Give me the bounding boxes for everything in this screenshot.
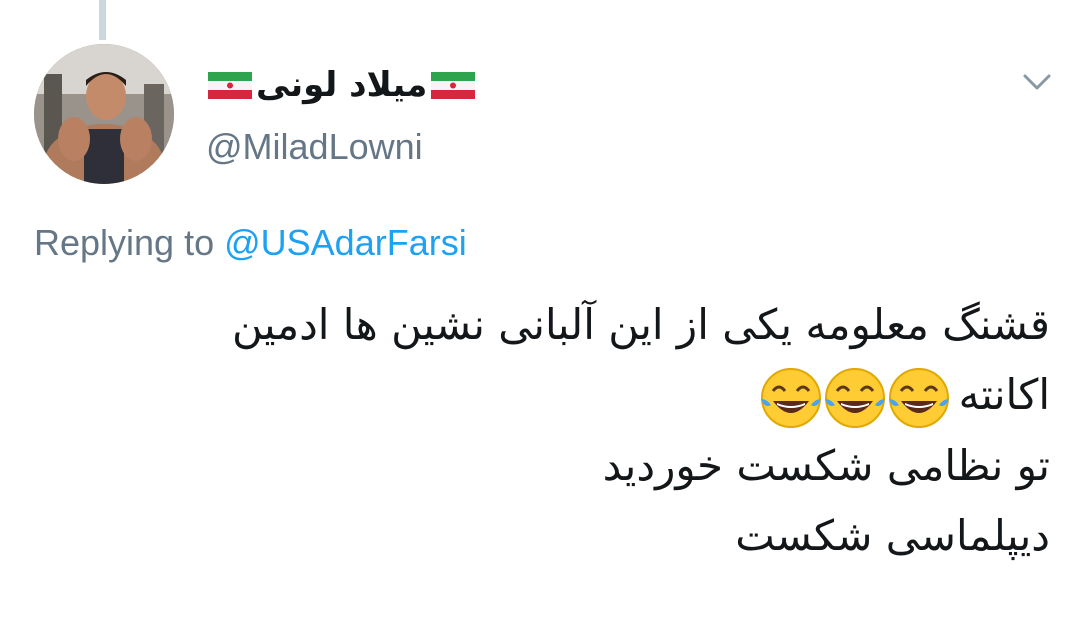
- tweet-line: قشنگ معلومه یکی از این آلبانی نشین ها اد…: [231, 300, 1050, 349]
- tears-of-joy-emoji-icon: [760, 367, 949, 428]
- avatar[interactable]: [34, 44, 174, 184]
- tweet-line: دیپلماسی شکست: [735, 510, 1050, 560]
- author-display-name: میلاد لونی: [256, 65, 428, 105]
- tweet-line: اکانته: [40, 360, 1050, 431]
- tweet-line-text: اکانته: [958, 370, 1050, 419]
- replying-to-label: Replying to: [34, 222, 225, 263]
- iran-flag-icon: [429, 70, 477, 100]
- tweet-text: قشنگ معلومه یکی از این آلبانی نشین ها اد…: [40, 290, 1050, 571]
- author-name-row[interactable]: میلاد لونی: [206, 60, 477, 110]
- author-handle[interactable]: @MiladLowni: [206, 126, 423, 168]
- thread-connector-line: [99, 0, 106, 40]
- tweet-line: تو نظامی شکست خوردید: [602, 440, 1050, 490]
- iran-flag-icon: [206, 70, 254, 100]
- chevron-down-icon[interactable]: [1017, 68, 1057, 98]
- avatar-photo: [34, 44, 174, 184]
- emoji-group: [759, 365, 951, 431]
- replying-to: Replying to @USAdarFarsi: [34, 222, 467, 264]
- reply-mention-link[interactable]: @USAdarFarsi: [224, 222, 467, 263]
